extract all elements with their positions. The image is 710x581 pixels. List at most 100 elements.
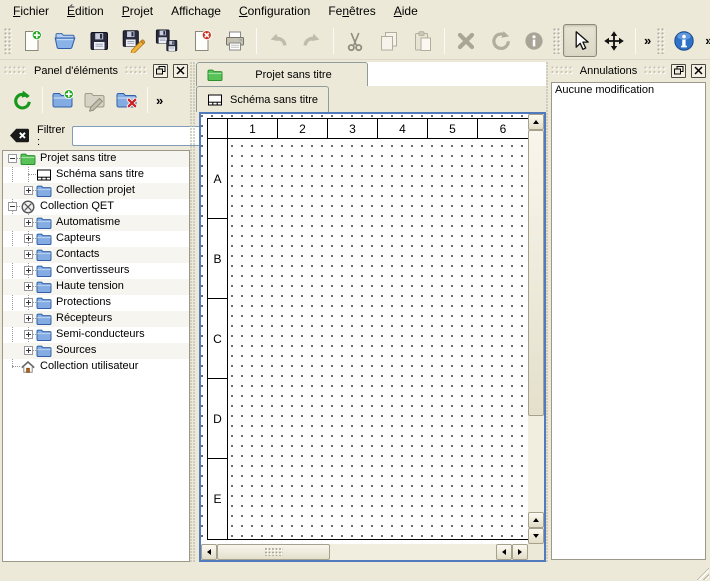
tree-expander-plus[interactable]: [24, 250, 33, 259]
tree-item-schema-sans-titre[interactable]: Schéma sans titre: [3, 167, 189, 183]
scroll-left-button-right[interactable]: [496, 544, 512, 560]
rotate-button[interactable]: [483, 24, 517, 57]
tree-item-haute-tension[interactable]: Haute tension: [3, 279, 189, 295]
panel-extension-chevron[interactable]: »: [152, 93, 167, 108]
tab-schema[interactable]: Schéma sans titre: [196, 86, 329, 112]
paste-button[interactable]: [406, 24, 440, 57]
menu-projet[interactable]: Projet: [113, 1, 162, 21]
schema-icon: [36, 167, 52, 183]
open-file-button[interactable]: [48, 24, 82, 57]
save-as-button[interactable]: [116, 24, 150, 57]
info-blue-icon: [672, 29, 696, 53]
toolbar-extension-chevron-2[interactable]: »: [701, 33, 710, 48]
close-panel-button[interactable]: [173, 64, 188, 78]
menu-affichage[interactable]: Affichage: [162, 1, 230, 21]
tree-item-protections[interactable]: Protections: [3, 295, 189, 311]
tree-item-semi-conducteurs[interactable]: Semi-conducteurs: [3, 327, 189, 343]
toolbar-extension-chevron[interactable]: »: [640, 33, 655, 48]
about-button[interactable]: [667, 24, 701, 57]
paste-icon: [411, 29, 435, 53]
tree-expander-plus[interactable]: [24, 282, 33, 291]
tree-expander-minus[interactable]: [8, 154, 17, 163]
tree-expander-plus[interactable]: [24, 218, 33, 227]
reload-collections-button[interactable]: [6, 84, 38, 116]
column-header-cell: 4: [378, 119, 428, 139]
tree-expander-plus[interactable]: [24, 186, 33, 195]
resize-grip[interactable]: [695, 566, 709, 580]
vertical-scrollbar-thumb[interactable]: [528, 130, 544, 416]
frame-content-area[interactable]: [228, 139, 528, 539]
row-header-cell: E: [208, 459, 228, 539]
tree-item-contacts[interactable]: Contacts: [3, 247, 189, 263]
clear-filter-button[interactable]: [9, 127, 30, 144]
tree-item-collection-projet[interactable]: Collection projet: [3, 183, 189, 199]
copy-button[interactable]: [372, 24, 406, 57]
tree-item-projet-sans-titre[interactable]: Projet sans titre: [3, 151, 189, 167]
vertical-scrollbar[interactable]: [528, 114, 544, 544]
edit-category-button[interactable]: [79, 84, 111, 116]
undo-button[interactable]: [261, 24, 295, 57]
tree-expander-plus[interactable]: [24, 314, 33, 323]
new-file-button[interactable]: [14, 24, 48, 57]
horizontal-scrollbar[interactable]: [201, 544, 528, 560]
tree-expander-plus[interactable]: [24, 330, 33, 339]
tree-expander-plus[interactable]: [24, 234, 33, 243]
tree-expander-plus[interactable]: [24, 298, 33, 307]
save-all-button[interactable]: [150, 24, 184, 57]
elements-panel-toolbar: »: [2, 79, 190, 121]
tree-item-recepteurs[interactable]: Récepteurs: [3, 311, 189, 327]
scroll-left-button[interactable]: [201, 544, 217, 560]
pan-mode-button[interactable]: [597, 24, 631, 57]
tab-project[interactable]: Projet sans titre: [196, 62, 368, 86]
cut-icon: [343, 29, 367, 53]
toolbar-grip[interactable]: [4, 28, 12, 54]
tree-item-convertisseurs[interactable]: Convertisseurs: [3, 263, 189, 279]
selection-mode-button[interactable]: [563, 24, 597, 57]
tree-item-sources[interactable]: Sources: [3, 343, 189, 359]
float-panel-button[interactable]: [671, 64, 686, 78]
diagram-canvas[interactable]: 123456ABCDE: [201, 114, 528, 544]
close-panel-button[interactable]: [691, 64, 706, 78]
scroll-right-button[interactable]: [512, 544, 528, 560]
left-splitter[interactable]: [190, 62, 196, 562]
status-bar: [0, 562, 710, 581]
tree-item-collection-qet[interactable]: Collection QET: [3, 199, 189, 215]
print-button[interactable]: [218, 24, 252, 57]
tree-item-label: Capteurs: [56, 232, 101, 244]
refresh-icon: [11, 89, 33, 111]
menu-aide[interactable]: Aide: [385, 1, 427, 21]
tree-item-label: Haute tension: [56, 280, 124, 292]
tree-item-collection-utilisateur[interactable]: Collection utilisateur: [3, 359, 189, 375]
menu-edition[interactable]: Édition: [58, 1, 113, 21]
undo-list-item: Aucune modification: [555, 84, 702, 96]
menu-fichier[interactable]: Fichier: [4, 1, 58, 21]
tree-expander-minus[interactable]: [8, 202, 17, 211]
scroll-up-button-bottom[interactable]: [528, 512, 544, 528]
close-file-button[interactable]: [184, 24, 218, 57]
column-header-cell: 6: [478, 119, 528, 139]
menu-configuration[interactable]: Configuration: [230, 1, 319, 21]
undo-history-list[interactable]: Aucune modification: [551, 82, 706, 560]
menu-fenetres[interactable]: Fenêtres: [319, 1, 384, 21]
toolbar-grip[interactable]: [657, 28, 665, 54]
scroll-up-button[interactable]: [528, 114, 544, 130]
float-panel-button[interactable]: [153, 64, 168, 78]
horizontal-scrollbar-thumb[interactable]: [217, 544, 330, 560]
tree-expander-plus[interactable]: [24, 266, 33, 275]
delete-category-button[interactable]: [111, 84, 143, 116]
delete-button[interactable]: [449, 24, 483, 57]
print-icon: [223, 29, 247, 53]
tree-item-capteurs[interactable]: Capteurs: [3, 231, 189, 247]
scroll-down-button[interactable]: [528, 528, 544, 544]
folder-blue-icon: [36, 311, 52, 327]
new-category-button[interactable]: [47, 84, 79, 116]
toolbar-grip[interactable]: [553, 28, 561, 54]
redo-button[interactable]: [295, 24, 329, 57]
open-file-icon: [53, 29, 77, 53]
cut-button[interactable]: [338, 24, 372, 57]
save-button[interactable]: [82, 24, 116, 57]
tree-expander-plus[interactable]: [24, 346, 33, 355]
element-info-button[interactable]: [517, 24, 551, 57]
tree-item-automatisme[interactable]: Automatisme: [3, 215, 189, 231]
frame-corner-cell: [208, 119, 228, 139]
